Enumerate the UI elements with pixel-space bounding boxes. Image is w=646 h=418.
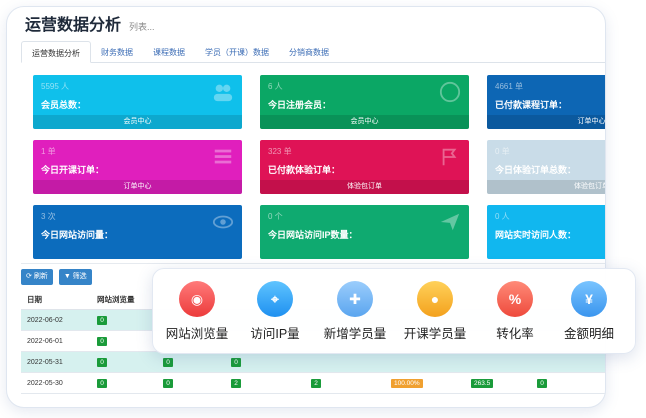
- yuan-icon: ¥: [571, 281, 607, 317]
- list-icon: [214, 149, 232, 164]
- card-total-members[interactable]: 5595 人 会员总数： 会员中心: [33, 75, 242, 129]
- card-label: 今日开课订单：: [41, 165, 105, 175]
- row-cell: 100.00%: [385, 378, 465, 388]
- card-value: 6 人: [268, 82, 283, 91]
- table-row[interactable]: 2022-05-30 0 0 2 2 100.00% 263.5 0: [21, 373, 605, 394]
- row-cell: 0: [157, 378, 225, 388]
- header: 运营数据分析 列表...: [25, 11, 155, 39]
- flag-icon: [442, 148, 457, 166]
- card-label: 已付款体验订单：: [268, 165, 341, 175]
- refresh-button[interactable]: ⟳ 刷新: [21, 269, 53, 285]
- page-subtitle: 列表...: [129, 22, 155, 32]
- filter-icon: ▼: [63, 273, 73, 280]
- card-value: 3 次: [41, 212, 56, 221]
- feature-item-conversion[interactable]: % 转化率: [475, 281, 555, 342]
- feature-item-views[interactable]: ◉ 网站浏览量: [157, 281, 237, 342]
- card-label: 已付款课程订单：: [495, 100, 568, 110]
- percent-icon: %: [497, 281, 533, 317]
- card-today-trial-orders[interactable]: 0 单 今日体验订单总数： 体验包订单: [487, 140, 605, 194]
- filter-label: 筛选: [72, 273, 87, 280]
- card-link[interactable]: 会员中心: [33, 115, 242, 129]
- send-icon: [440, 213, 460, 231]
- card-paid-trial-orders[interactable]: 323 单 已付款体验订单： 体验包订单: [260, 140, 469, 194]
- location-icon: ⌖: [257, 281, 293, 317]
- refresh-label: 刷新: [33, 273, 48, 280]
- card-today-members[interactable]: 6 人 今日注册会员： 会员中心: [260, 75, 469, 129]
- feature-label: 开课学员量: [403, 327, 467, 341]
- row-cell: 0: [157, 357, 225, 367]
- tab-courses[interactable]: 课程数据: [143, 41, 195, 63]
- row-views: 0: [91, 357, 157, 367]
- feature-item-new-students[interactable]: ✚ 新增学员量: [315, 281, 395, 342]
- user-icon: ●: [417, 281, 453, 317]
- card-link[interactable]: 会员中心: [260, 115, 469, 129]
- tab-finance[interactable]: 财务数据: [91, 41, 143, 63]
- card-today-course-orders[interactable]: 1 单 今日开课订单： 订单中心: [33, 140, 242, 194]
- feature-item-ip[interactable]: ⌖ 访问IP量: [235, 281, 315, 342]
- feature-bar: ◉ 网站浏览量 ⌖ 访问IP量 ✚ 新增学员量 ● 开课学员量 % 转化率 ¥ …: [152, 268, 636, 354]
- card-value: 1 单: [41, 147, 56, 156]
- page-title: 运营数据分析: [25, 17, 122, 34]
- row-cell: 2: [305, 378, 385, 388]
- row-views: 0: [91, 378, 157, 388]
- row-cell: 0: [531, 378, 591, 388]
- card-label: 今日体验订单总数：: [495, 165, 577, 175]
- card-label: 今日网站访问量：: [41, 230, 114, 240]
- feature-label: 金额明细: [563, 327, 614, 341]
- card-value: 5595 人: [41, 82, 70, 91]
- card-label: 今日注册会员：: [268, 100, 332, 110]
- header-views[interactable]: 网站浏览量: [91, 294, 157, 305]
- feature-label: 网站浏览量: [165, 327, 229, 341]
- row-date: 2022-06-02: [27, 316, 63, 324]
- tab-bar: 运营数据分析 财务数据 课程数据 学员（开课）数据 分销商数据: [21, 41, 605, 63]
- card-value: 0 单: [495, 147, 510, 156]
- table-row[interactable]: 2022-05-31 0 0 0: [21, 352, 605, 373]
- card-link[interactable]: 订单中心: [487, 115, 605, 129]
- users-icon: [213, 84, 233, 102]
- row-date: 2022-05-31: [27, 358, 63, 366]
- row-cell: 2: [225, 378, 305, 388]
- tab-students[interactable]: 学员（开课）数据: [195, 41, 279, 63]
- row-views: 0: [91, 315, 157, 325]
- card-paid-course-orders[interactable]: 4661 单 已付款课程订单： 订单中心: [487, 75, 605, 129]
- tab-distributors[interactable]: 分销商数据: [279, 41, 339, 63]
- add-user-icon: ✚: [337, 281, 373, 317]
- feature-item-enrolled-students[interactable]: ● 开课学员量: [395, 281, 475, 342]
- card-value: 0 人: [495, 212, 510, 221]
- feature-item-amount[interactable]: ¥ 金额明细: [549, 281, 629, 342]
- card-link[interactable]: 订单中心: [33, 180, 242, 194]
- card-value: 0 个: [268, 212, 283, 221]
- row-cell: 0: [225, 357, 305, 367]
- card-value: 323 单: [268, 147, 292, 156]
- card-today-ip[interactable]: 0 个 今日网站访问IP数量：: [260, 205, 469, 259]
- row-date: 2022-05-30: [27, 379, 63, 387]
- tab-operations[interactable]: 运营数据分析: [21, 41, 91, 63]
- card-link[interactable]: 体验包订单: [487, 180, 605, 194]
- card-link[interactable]: 体验包订单: [260, 180, 469, 194]
- row-date: 2022-06-01: [27, 337, 63, 345]
- refresh-icon: ⟳: [26, 273, 34, 280]
- feature-label: 新增学员量: [323, 327, 387, 341]
- header-date[interactable]: 日期: [21, 294, 91, 305]
- registered-icon: [439, 81, 461, 103]
- stats-panel: 5595 人 会员总数： 会员中心 6 人 今日注册会员： 会员中心 4661 …: [21, 63, 605, 259]
- eye-icon: ◉: [179, 281, 215, 317]
- filter-button[interactable]: ▼ 筛选: [58, 269, 92, 285]
- feature-label: 转化率: [496, 327, 534, 341]
- eye-icon: [212, 215, 234, 229]
- feature-label: 访问IP量: [250, 327, 300, 341]
- row-views: 0: [91, 336, 157, 346]
- card-label: 网站实时访问人数：: [495, 230, 577, 240]
- card-today-visits[interactable]: 3 次 今日网站访问量：: [33, 205, 242, 259]
- card-realtime-visitors[interactable]: 0 人 网站实时访问人数：: [487, 205, 605, 259]
- card-label: 会员总数：: [41, 100, 87, 110]
- card-label: 今日网站访问IP数量：: [268, 230, 358, 240]
- card-value: 4661 单: [495, 82, 524, 91]
- row-cell: 263.5: [465, 378, 531, 388]
